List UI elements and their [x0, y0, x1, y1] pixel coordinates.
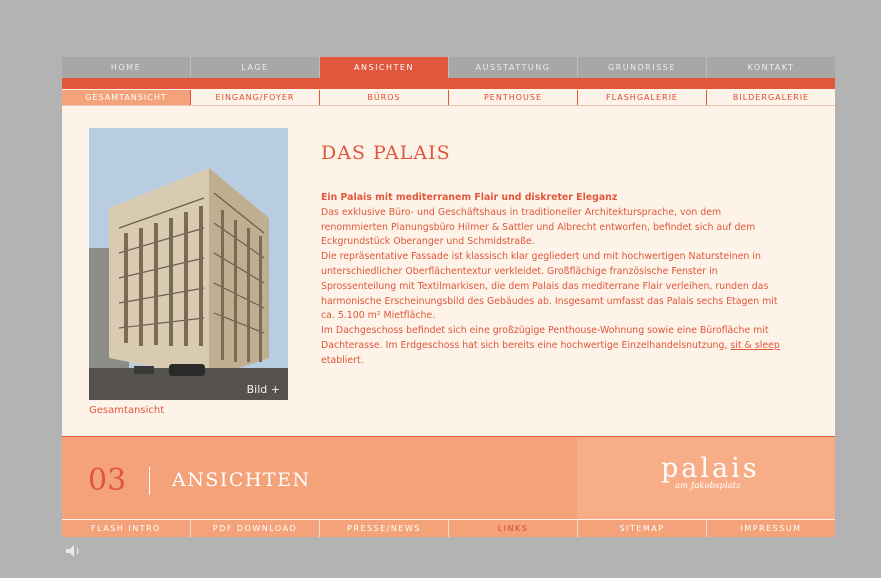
building-photo: Bild + — [89, 128, 288, 400]
image-enlarge-button[interactable]: Bild + — [247, 383, 280, 396]
footer-presse-news[interactable]: PRESSE/NEWS — [320, 520, 449, 537]
subnav-penthouse[interactable]: PENTHOUSE — [449, 90, 578, 105]
subnav-bildergalerie[interactable]: BILDERGALERIE — [707, 90, 835, 105]
content-paragraph-3: Im Dachgeschoss befindet sich eine großz… — [321, 325, 769, 351]
section-number: 03 — [88, 463, 127, 498]
palais-logo: palais am Jakobsplatz — [661, 453, 760, 492]
content-lead: Ein Palais mit mediterranem Flair und di… — [321, 192, 618, 203]
footer-flash-intro[interactable]: FLASH INTRO — [62, 520, 191, 537]
page-frame: HOME LAGE ANSICHTEN AUSSTATTUNG GRUNDRIS… — [62, 57, 835, 537]
nav-accent-strip — [62, 78, 835, 89]
speaker-icon-glyph — [66, 545, 79, 557]
footer-navigation: FLASH INTRO PDF DOWNLOAD PRESSE/NEWS LIN… — [62, 519, 835, 537]
footer-impressum[interactable]: IMPRESSUM — [707, 520, 835, 537]
footer-pdf-download[interactable]: PDF DOWNLOAD — [191, 520, 320, 537]
photo-caption: Gesamtansicht — [89, 405, 165, 416]
main-navigation: HOME LAGE ANSICHTEN AUSSTATTUNG GRUNDRIS… — [62, 57, 835, 78]
subnav-gesamtansicht[interactable]: GESAMTANSICHT — [62, 90, 191, 105]
content-paragraph-3-end: etabliert. — [321, 354, 364, 366]
subnav-eingang-foyer[interactable]: EINGANG/FOYER — [191, 90, 320, 105]
section-divider — [149, 467, 150, 495]
footer-links[interactable]: LINKS — [449, 520, 578, 537]
content-paragraph-2: Die repräsentative Fassade ist klassisch… — [321, 251, 778, 322]
section-banner: 03 ANSICHTEN palais am Jakobsplatz — [62, 436, 835, 520]
nav-lage[interactable]: LAGE — [191, 57, 320, 78]
page-title: DAS PALAIS — [321, 142, 451, 164]
content-text: Ein Palais mit mediterranem Flair und di… — [321, 191, 781, 369]
nav-ausstattung[interactable]: AUSSTATTUNG — [449, 57, 578, 78]
subnav-bueros[interactable]: BÜROS — [320, 90, 449, 105]
nav-grundrisse[interactable]: GRUNDRISSE — [578, 57, 707, 78]
footer-sitemap[interactable]: SITEMAP — [578, 520, 707, 537]
speaker-icon[interactable] — [66, 545, 84, 560]
sub-navigation: GESAMTANSICHT EINGANG/FOYER BÜROS PENTHO… — [62, 90, 835, 106]
nav-home[interactable]: HOME — [62, 57, 191, 78]
nav-kontakt[interactable]: KONTAKT — [707, 57, 835, 78]
logo-main: palais — [661, 453, 760, 484]
subnav-flashgalerie[interactable]: FLASHGALERIE — [578, 90, 707, 105]
section-title: ANSICHTEN — [172, 469, 311, 491]
nav-ansichten[interactable]: ANSICHTEN — [320, 57, 449, 78]
sit-and-sleep-link[interactable]: sit & sleep — [730, 340, 779, 351]
content-paragraph-1: Das exklusive Büro- und Geschäftshaus in… — [321, 206, 756, 248]
building-illustration — [89, 128, 288, 400]
